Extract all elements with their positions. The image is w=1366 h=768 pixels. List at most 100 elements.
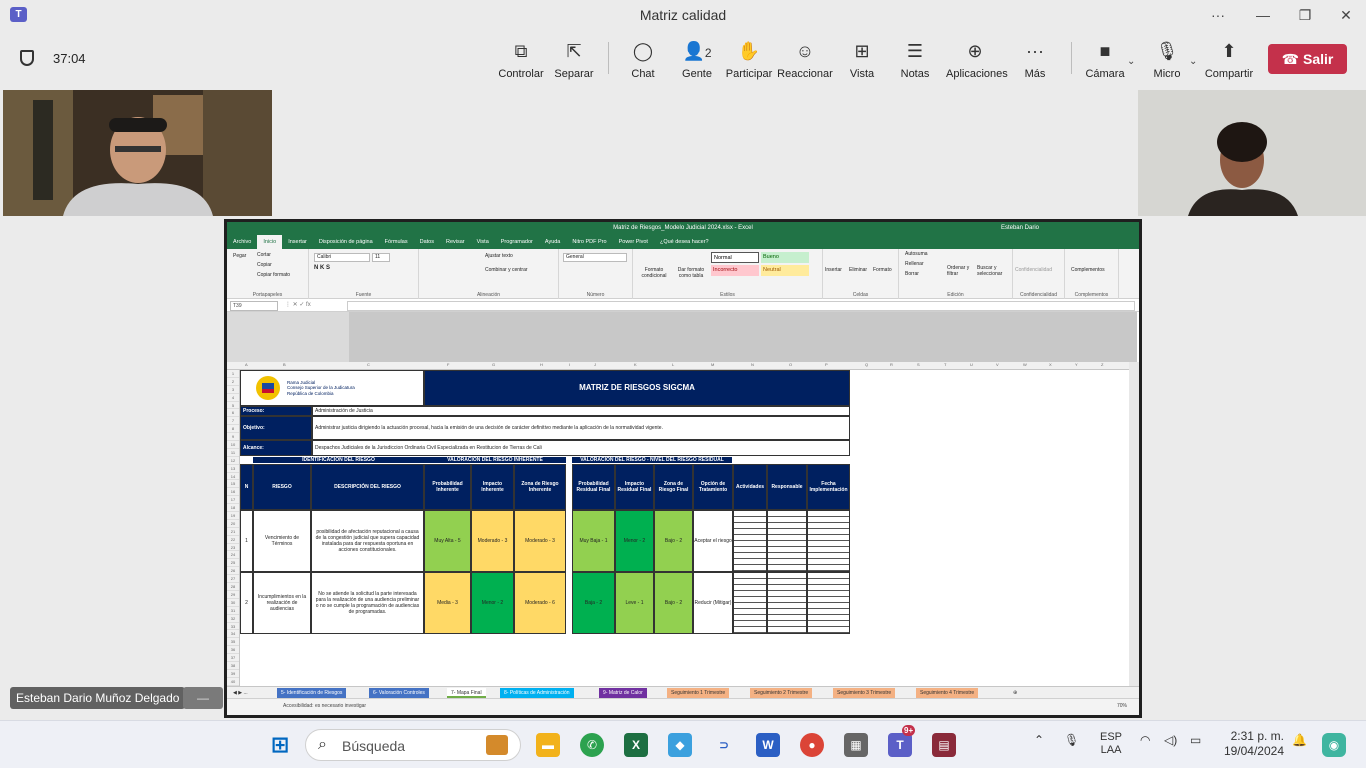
chrome-icon[interactable]: ● — [800, 733, 824, 757]
participant-video-1[interactable] — [3, 90, 272, 216]
proceso-value[interactable]: Administración de Justicia — [312, 406, 850, 416]
view-options-button[interactable]: — — [183, 687, 223, 709]
row-header[interactable]: 24 — [227, 551, 239, 560]
row-header[interactable]: 29 — [227, 591, 239, 599]
row-header[interactable]: 35 — [227, 638, 239, 647]
volume-icon[interactable]: ◁) — [1164, 733, 1177, 747]
menu-inicio[interactable]: Inicio — [257, 235, 283, 249]
microphone-button[interactable]: 🎙 Micro — [1138, 40, 1196, 80]
row1-responsable[interactable] — [767, 510, 807, 572]
wifi-icon[interactable]: ◠ — [1140, 733, 1150, 747]
row-header[interactable]: 8 — [227, 425, 239, 434]
delete-cells-button[interactable]: Eliminar — [849, 267, 867, 273]
row-header[interactable]: 40 — [227, 678, 239, 686]
col-header[interactable]: H — [540, 362, 543, 367]
camera-button[interactable]: ■ Cámara — [1076, 40, 1134, 80]
photos-icon[interactable]: ◆ — [668, 733, 692, 757]
chevron-down-icon[interactable]: ⌄ — [1127, 56, 1135, 67]
zoom-level[interactable]: 70% — [1117, 703, 1127, 709]
format-painter-button[interactable]: Copiar formato — [257, 272, 290, 278]
find-select-button[interactable]: Buscar y seleccionar — [977, 265, 1009, 277]
alcance-value[interactable]: Despachos Judiciales de la Jurisdiccion … — [312, 440, 850, 456]
vertical-scrollbar[interactable] — [1129, 362, 1139, 686]
row-header[interactable]: 37 — [227, 654, 239, 662]
tab-seguimiento-3[interactable]: Seguimiento 3 Trimestre — [833, 688, 896, 698]
tab-valoracion[interactable]: 6- Valoración Controles — [369, 688, 429, 698]
menu-power-pivot[interactable]: Power Pivot — [613, 235, 654, 249]
tab-matriz-calor[interactable]: 9- Matriz de Calor — [599, 688, 647, 698]
menu-datos[interactable]: Datos — [414, 235, 440, 249]
raise-hand-button[interactable]: ✋ Participar — [720, 40, 778, 80]
taskbar-search[interactable]: ⌕ Búsqueda — [305, 729, 521, 761]
row-header[interactable]: 9 — [227, 433, 239, 442]
col-header[interactable]: X — [1049, 362, 1052, 367]
row1-fecha[interactable] — [807, 510, 850, 572]
row1-impacto-inherente[interactable]: Moderado - 3 — [471, 510, 514, 572]
row-header[interactable]: 13 — [227, 465, 239, 473]
col-header[interactable]: A — [245, 362, 248, 367]
insert-cells-button[interactable]: Insertar — [825, 267, 842, 273]
col-header[interactable]: R — [890, 362, 893, 367]
style-neutral[interactable]: Neutral — [761, 265, 809, 276]
row-header[interactable]: 31 — [227, 607, 239, 615]
menu-tell-me[interactable]: ¿Qué desea hacer? — [654, 235, 715, 249]
menu-vista[interactable]: Vista — [471, 235, 495, 249]
row2-descripcion[interactable]: No se atiende la solicitud la parte inte… — [311, 572, 424, 634]
col-header[interactable]: I — [569, 362, 570, 367]
col-header[interactable]: Q — [865, 362, 868, 367]
language-indicator[interactable]: ESP LAA — [1100, 731, 1122, 757]
more-button[interactable]: ··· Más — [1006, 40, 1064, 80]
font-size-select[interactable]: 11 — [372, 253, 390, 262]
row-header[interactable]: 21 — [227, 528, 239, 536]
menu-programador[interactable]: Programador — [495, 235, 539, 249]
row2-impacto-residual[interactable]: Leve - 1 — [615, 572, 654, 634]
col-header[interactable]: P — [825, 362, 828, 367]
leave-button[interactable]: ☎ Salir — [1268, 44, 1347, 74]
row-header[interactable]: 18 — [227, 504, 239, 513]
col-header[interactable]: J — [594, 362, 596, 367]
row2-responsable[interactable] — [767, 572, 807, 634]
col-header[interactable]: Z — [1101, 362, 1103, 367]
tab-seguimiento-4[interactable]: Seguimiento 4 Trimestre — [916, 688, 979, 698]
row-header[interactable]: 14 — [227, 473, 239, 481]
row-header[interactable]: 30 — [227, 599, 239, 607]
row2-prob-inherente[interactable]: Media - 3 — [424, 572, 471, 634]
clock[interactable]: 2:31 p. m. 19/04/2024 — [1218, 729, 1284, 759]
wrap-text-button[interactable]: Ajustar texto — [485, 253, 513, 259]
row-header[interactable]: 1 — [227, 370, 239, 378]
row-header[interactable]: 17 — [227, 496, 239, 505]
col-header[interactable]: T — [944, 362, 946, 367]
col-header[interactable]: W — [1023, 362, 1027, 367]
addins-button[interactable]: Complementos — [1071, 267, 1105, 273]
view-button[interactable]: ⊞ Vista — [833, 40, 891, 80]
tab-seguimiento-1[interactable]: Seguimiento 1 Trimestre — [667, 688, 730, 698]
row2-zona-final[interactable]: Bajo - 2 — [654, 572, 693, 634]
row1-descripcion[interactable]: posibilidad de afectación reputacional a… — [311, 510, 424, 572]
row-header[interactable]: 20 — [227, 520, 239, 528]
chevron-down-icon[interactable]: ⌄ — [1189, 56, 1197, 67]
row-header[interactable]: 7 — [227, 417, 239, 426]
format-cells-button[interactable]: Formato — [873, 267, 892, 273]
row-header[interactable]: 28 — [227, 583, 239, 591]
col-header[interactable]: M — [711, 362, 714, 367]
number-format-select[interactable]: General — [563, 253, 627, 262]
sort-filter-button[interactable]: Ordenar y filtrar — [947, 265, 973, 277]
row-header[interactable]: 16 — [227, 488, 239, 497]
row1-prob-residual[interactable]: Muy Baja - 1 — [572, 510, 615, 572]
react-button[interactable]: ☺ Reaccionar — [776, 40, 834, 80]
close-button[interactable]: ✕ — [1331, 4, 1361, 26]
word-icon[interactable]: W — [756, 733, 780, 757]
whatsapp-icon[interactable]: ✆ — [580, 733, 604, 757]
menu-disposicion[interactable]: Disposición de página — [313, 235, 379, 249]
merge-center-button[interactable]: Combinar y centrar — [485, 267, 528, 273]
share-button[interactable]: ⬆ Compartir — [1200, 40, 1258, 80]
row1-n[interactable]: 1 — [240, 510, 253, 572]
col-header[interactable]: L — [672, 362, 674, 367]
row2-fecha[interactable] — [807, 572, 850, 634]
row-header[interactable]: 12 — [227, 457, 239, 465]
autosum-button[interactable]: Autosuma — [905, 251, 928, 257]
accessibility-status[interactable]: Accesibilidad: es necesario investigar — [283, 703, 366, 709]
menu-archivo[interactable]: Archivo — [227, 235, 257, 249]
col-header[interactable]: K — [634, 362, 637, 367]
chat-button[interactable]: ◯ Chat — [614, 40, 672, 80]
